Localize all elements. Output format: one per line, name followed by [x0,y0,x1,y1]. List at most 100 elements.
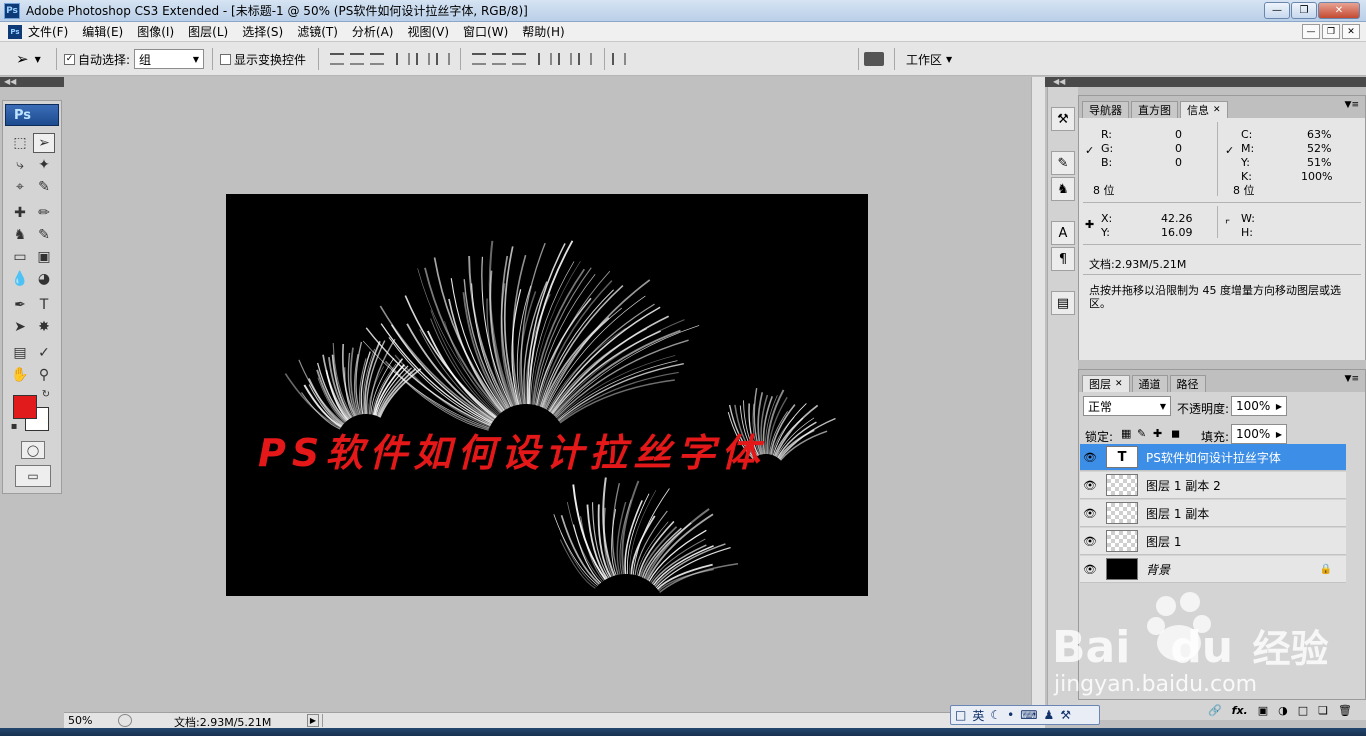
align-top-icon[interactable] [330,53,344,65]
menu-help[interactable]: 帮助(H) [522,23,564,40]
healing-brush-tool-icon[interactable]: ✚ [9,203,31,223]
ime-settings-icon[interactable]: ⚒ [1060,708,1071,722]
pen-tool-icon[interactable]: ✒ [9,295,31,315]
distribute-left-icon[interactable] [538,53,552,65]
brushes-icon[interactable]: ✎ [1051,151,1075,175]
document-canvas[interactable]: PS软件如何设计拉丝字体 [226,194,868,596]
visibility-eye-icon[interactable]: 👁 [1080,507,1100,520]
close-tab-icon[interactable]: ✕ [1213,105,1221,115]
distribute-bottom-icon[interactable] [512,53,526,65]
new-group-icon[interactable]: □ [1298,704,1308,717]
ime-language[interactable]: 英 [972,707,984,724]
move-tool-icon[interactable]: ➢ [33,133,55,153]
opacity-field[interactable]: 100% ▶ [1231,396,1287,416]
vertical-scrollbar[interactable] [1031,77,1045,712]
history-brush-tool-icon[interactable]: ✎ [33,225,55,245]
align-vertical-center-icon[interactable] [350,53,364,65]
layer-row[interactable]: 👁 T PS软件如何设计拉丝字体 [1080,444,1346,471]
menu-analysis[interactable]: 分析(A) [352,23,394,40]
align-left-icon[interactable] [396,53,410,65]
maximize-button[interactable]: ❐ [1291,2,1317,19]
ime-logo-icon[interactable]: □ [955,708,966,722]
minimize-button[interactable]: — [1264,2,1290,19]
auto-select-dropdown[interactable]: 组 ▼ [134,42,204,76]
distribute-center-icon[interactable] [492,53,506,65]
show-transform-checkbox[interactable]: 显示变换控件 [220,42,306,76]
layer-comps-icon[interactable]: ▤ [1051,291,1075,315]
align-horizontal-center-icon[interactable] [416,53,430,65]
tool-presets-icon[interactable]: ⚒ [1051,107,1075,131]
tab-layers[interactable]: 图层 ✕ [1082,375,1130,392]
visibility-eye-icon[interactable]: 👁 [1080,535,1100,548]
status-menu-arrow-icon[interactable]: ▶ [307,714,319,727]
blend-mode-dropdown[interactable]: 正常 ▼ [1083,396,1171,416]
align-bottom-icon[interactable] [370,53,384,65]
lock-position-icon[interactable]: ✚ [1153,427,1162,440]
lock-image-icon[interactable]: ✎ [1137,427,1146,440]
document-icon[interactable]: Ps [8,25,22,39]
distribute-hcenter-icon[interactable] [558,53,572,65]
notes-tool-icon[interactable]: ▤ [9,343,31,363]
adjustment-layer-icon[interactable]: ◑ [1278,704,1288,717]
toolbox-grip[interactable]: ◀◀ [0,77,64,87]
default-colors-icon[interactable]: ▪ [7,419,21,433]
lock-transparent-icon[interactable]: ▦ [1121,427,1131,440]
layer-row[interactable]: 👁 背景 🔒 [1080,556,1346,583]
clone-stamp-tool-icon[interactable]: ♞ [9,225,31,245]
menu-view[interactable]: 视图(V) [407,23,449,40]
panel-menu-icon[interactable]: ▼≡ [1345,100,1359,110]
tab-histogram[interactable]: 直方图 [1131,101,1178,118]
windows-taskbar[interactable] [0,728,1366,736]
layer-row[interactable]: 👁 图层 1 [1080,528,1346,555]
menu-file[interactable]: 文件(F) [28,23,68,40]
tab-channels[interactable]: 通道 [1132,375,1168,392]
eyedropper-tool-icon[interactable]: ✓ [33,343,55,363]
workspace-menu[interactable]: 工作区 ▼ [906,42,952,76]
status-info-icon[interactable] [118,714,132,727]
auto-align-button[interactable] [612,42,632,76]
move-tool-preset-picker[interactable]: ➢ ▼ [16,42,41,76]
zoom-tool-icon[interactable]: ⚲ [33,365,55,385]
tab-paths[interactable]: 路径 [1170,375,1206,392]
ime-punct-icon[interactable]: • [1007,708,1014,722]
quick-mask-icon[interactable]: ◯ [21,441,45,459]
align-right-icon[interactable] [436,53,450,65]
zoom-level[interactable]: 50% [68,714,92,727]
brush-tool-icon[interactable]: ✏ [33,203,55,223]
foreground-color-swatch[interactable] [13,395,37,419]
ime-user-icon[interactable]: ♟ [1044,708,1055,722]
menu-edit[interactable]: 编辑(E) [82,23,123,40]
layer-style-icon[interactable]: fx. [1232,704,1248,717]
layer-mask-icon[interactable]: ▣ [1258,704,1268,717]
menu-filter[interactable]: 滤镜(T) [297,23,338,40]
distribute-right-icon[interactable] [578,53,592,65]
menu-select[interactable]: 选择(S) [242,23,283,40]
bridge-button[interactable] [864,42,884,76]
link-layers-icon[interactable]: 🔗 [1208,704,1222,717]
lock-all-icon[interactable]: ◼ [1171,427,1180,440]
character-icon[interactable]: A [1051,221,1075,245]
layer-row[interactable]: 👁 图层 1 副本 2 [1080,472,1346,499]
doc-close-button[interactable]: ✕ [1342,24,1360,39]
lasso-tool-icon[interactable]: ⤷ [9,155,31,175]
tab-navigator[interactable]: 导航器 [1082,101,1129,118]
menu-window[interactable]: 窗口(W) [463,23,508,40]
blur-tool-icon[interactable]: 💧 [9,269,31,289]
marquee-tool-icon[interactable]: ⬚ [9,133,31,153]
distribute-top-icon[interactable] [472,53,486,65]
menu-layer[interactable]: 图层(L) [188,23,228,40]
menu-image[interactable]: 图像(I) [137,23,174,40]
eyedropper-rgb-icon[interactable]: ✓ [1085,144,1094,157]
ime-keyboard-icon[interactable]: ⌨ [1020,708,1037,722]
crop-tool-icon[interactable]: ⌖ [9,177,31,197]
hand-tool-icon[interactable]: ✋ [9,365,31,385]
new-layer-icon[interactable]: ❏ [1318,704,1328,717]
doc-minimize-button[interactable]: — [1302,24,1320,39]
close-button[interactable]: ✕ [1318,2,1360,19]
swap-colors-icon[interactable]: ↻ [39,387,53,401]
doc-restore-button[interactable]: ❐ [1322,24,1340,39]
panel-menu-icon[interactable]: ▼≡ [1345,374,1359,384]
horizontal-scrollbar[interactable] [322,714,1042,727]
eyedropper-cmyk-icon[interactable]: ✓ [1225,144,1234,157]
gradient-tool-icon[interactable]: ▣ [33,247,55,267]
